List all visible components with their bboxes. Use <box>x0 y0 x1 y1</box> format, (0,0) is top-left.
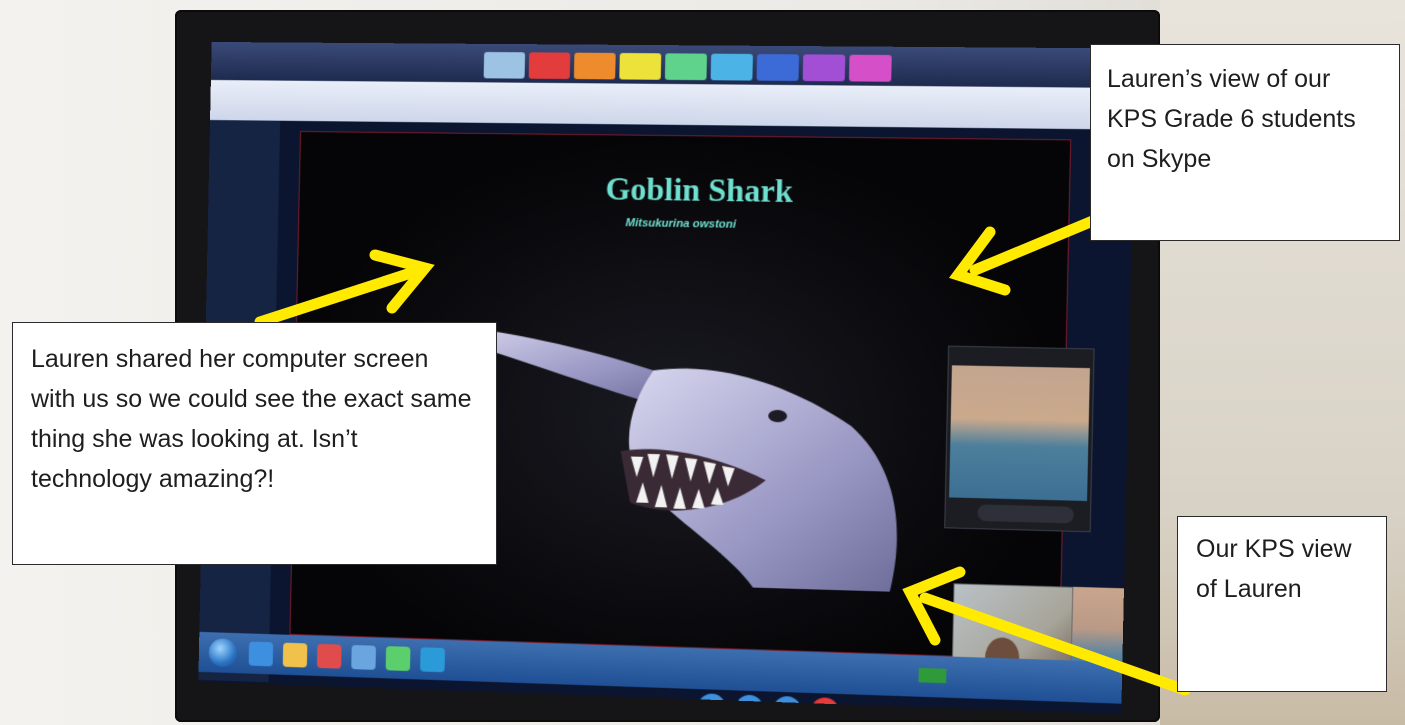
app-tiles <box>483 51 892 82</box>
app-tile[interactable] <box>848 54 892 82</box>
app-tile[interactable] <box>802 54 846 82</box>
menu-bar <box>210 79 1135 130</box>
windows-start-orb-icon[interactable] <box>208 638 238 668</box>
app-tile[interactable] <box>528 52 571 80</box>
app-tile[interactable] <box>756 53 800 81</box>
app-tile[interactable] <box>664 53 708 81</box>
goblin-shark-image <box>452 325 901 592</box>
app-icon[interactable] <box>351 644 376 670</box>
students-video-window <box>944 345 1095 533</box>
taskbar-icons <box>248 641 446 673</box>
browser-icon[interactable] <box>248 641 274 667</box>
app-tile[interactable] <box>483 51 526 79</box>
video-control-bar[interactable] <box>977 504 1075 524</box>
tray-badge <box>918 667 947 684</box>
callout-lauren-view: Our KPS view of Lauren <box>1177 516 1387 692</box>
skype-icon[interactable] <box>420 647 446 673</box>
students-video <box>949 365 1090 502</box>
slide-title: Goblin Shark <box>605 170 794 210</box>
app-tile[interactable] <box>619 52 662 80</box>
slide-subtitle: Mitsukurina owstoni <box>625 217 737 231</box>
folder-icon[interactable] <box>282 642 308 668</box>
callout-shared-screen: Lauren shared her computer screen with u… <box>12 322 497 565</box>
app-icon[interactable] <box>385 646 411 672</box>
app-tile[interactable] <box>710 53 753 81</box>
media-icon[interactable] <box>316 643 342 669</box>
app-tile[interactable] <box>573 52 616 80</box>
callout-students-view: Lauren’s view of our KPS Grade 6 student… <box>1090 44 1400 241</box>
